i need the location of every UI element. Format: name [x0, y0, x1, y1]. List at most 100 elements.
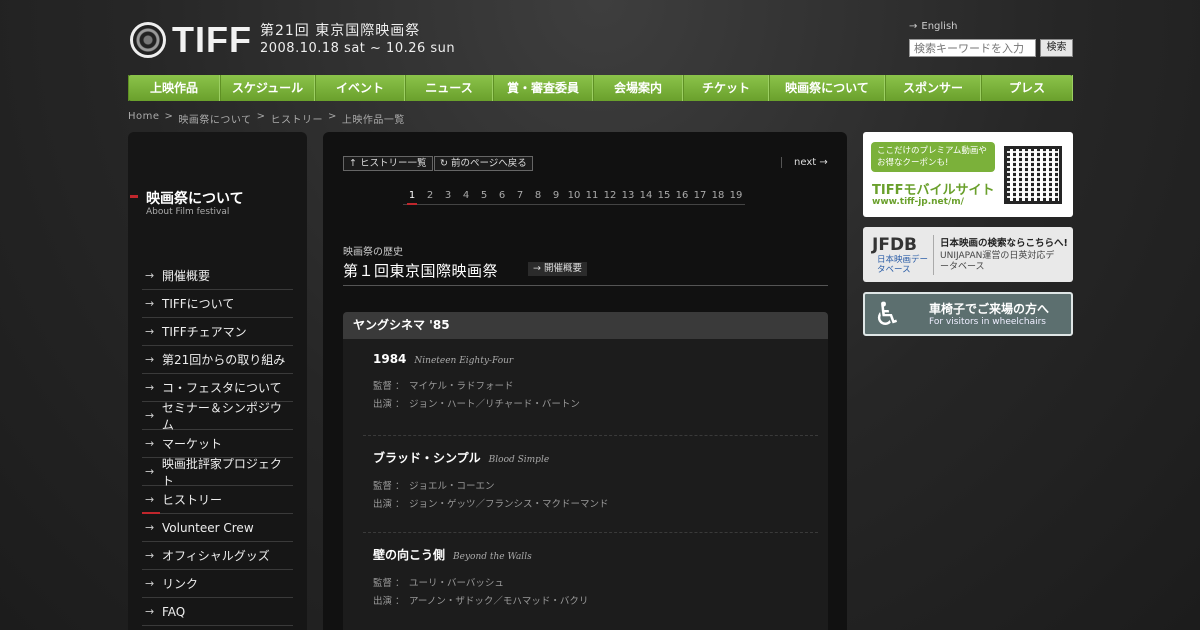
jfdb-line1: 日本映画の検索ならこちらへ! — [940, 238, 1068, 249]
sidebar-subtitle: About Film festival — [146, 207, 230, 217]
page-link[interactable]: 8 — [529, 190, 547, 201]
sidebar-title-marker — [130, 195, 138, 198]
page-link[interactable]: 4 — [457, 190, 475, 201]
sidebar-item[interactable]: → TIFFチェアマン — [142, 318, 293, 346]
director-label: 監督 ： — [373, 381, 405, 392]
page-link[interactable]: 9 — [547, 190, 565, 201]
arrow-right-icon: → — [145, 605, 155, 618]
cast-label: 出演 ： — [373, 399, 405, 410]
page-link[interactable]: 5 — [475, 190, 493, 201]
search-button[interactable]: 検索 — [1040, 39, 1073, 57]
breadcrumb-item[interactable]: 映画祭について — [178, 111, 251, 126]
sidebar-item-label: Volunteer Crew — [162, 520, 254, 535]
page-link[interactable]: 10 — [565, 190, 583, 201]
arrow-right-icon: → — [533, 263, 541, 274]
sidebar-item-label: ヒストリー — [162, 493, 223, 507]
page-link[interactable]: 17 — [691, 190, 709, 201]
arrow-right-icon: → — [145, 325, 155, 338]
section-title: ヤングシネマ '85 — [343, 312, 828, 339]
page-link[interactable]: 12 — [601, 190, 619, 201]
nav-item[interactable]: 賞・審査委員 — [493, 75, 593, 101]
overview-button[interactable]: → 開催概要 — [528, 262, 588, 276]
sidebar-item[interactable]: → 開催概要 — [142, 262, 293, 290]
nav-item[interactable]: 上映作品 — [128, 75, 220, 101]
breadcrumb-item[interactable]: Home — [128, 111, 160, 126]
film-cast: 出演 ： アーノン・ザドック／モハマッド・バクリ — [373, 593, 818, 607]
page-link[interactable]: 2 — [421, 190, 439, 201]
jfdb-subtitle: 日本映画データベース — [877, 255, 929, 275]
wheelchair-subtitle: For visitors in wheelchairs — [929, 317, 1046, 327]
sidebar-item[interactable]: → 映画批評家プロジェクト — [142, 457, 293, 488]
sidebar-item-label: マーケット — [162, 437, 223, 451]
cast-label: 出演 ： — [373, 596, 405, 607]
page-link[interactable]: 6 — [493, 190, 511, 201]
sidebar: 映画祭について About Film festival → 開催概要 → TIFFにつ… — [128, 132, 307, 630]
sidebar-item-label: リンク — [162, 577, 199, 591]
breadcrumb-item: 上映作品一覧 — [341, 115, 405, 126]
mobile-site-banner[interactable]: ここだけのプレミアム動画やお得なクーポンも! TIFFモバイルサイト www.t… — [863, 132, 1073, 217]
divider — [343, 285, 828, 286]
film-director: 監督 ： マイケル・ラドフォード — [373, 378, 818, 392]
history-label: 映画祭の歴史 — [343, 247, 403, 258]
nav-item[interactable]: プレス — [981, 75, 1073, 101]
film-title-ja: 1984 — [373, 352, 407, 366]
sidebar-item[interactable]: → Volunteer Crew — [142, 514, 293, 542]
prev-page-button[interactable]: ↻ 前のページへ戻る — [434, 156, 533, 171]
next-link[interactable]: next → — [781, 157, 828, 168]
nav-item[interactable]: イベント — [315, 75, 405, 101]
cast-names: ジョン・ハート／リチャード・バートン — [409, 399, 580, 410]
nav-item[interactable]: スケジュール — [220, 75, 315, 101]
page-link[interactable]: 7 — [511, 190, 529, 201]
nav-item[interactable]: 会場案内 — [593, 75, 683, 101]
page-link[interactable]: 13 — [619, 190, 637, 201]
page-link[interactable]: 15 — [655, 190, 673, 201]
arrow-up-icon: ↑ — [349, 158, 357, 169]
arrow-right-icon: → — [145, 465, 155, 478]
jfdb-banner[interactable]: JFDB 日本映画データベース 日本映画の検索ならこちらへ! UNIJAPAN運… — [863, 227, 1073, 282]
sidebar-item[interactable]: → 第21回からの取り組み — [142, 346, 293, 374]
sidebar-item[interactable]: → オフィシャルグッズ — [142, 542, 293, 570]
nav-item[interactable]: スポンサー — [885, 75, 981, 101]
sidebar-item-label: コ・フェスタについて — [162, 381, 282, 395]
site-logo[interactable]: TIFF 第21回 東京国際映画祭 2008.10.18 sat ~ 10.26… — [130, 22, 455, 58]
return-icon: ↻ — [440, 158, 448, 169]
nav-item[interactable]: 映画祭について — [769, 75, 885, 101]
director-name: ユーリ・バーバッシュ — [409, 578, 504, 589]
arrow-right-icon: → — [145, 269, 155, 282]
sidebar-item-label: TIFFについて — [162, 297, 235, 311]
history-list-button[interactable]: ↑ ヒストリー一覧 — [343, 156, 433, 171]
wheelchair-banner[interactable]: ♿ 車椅子でご来場の方へ For visitors in wheelchairs — [863, 292, 1073, 336]
page-link[interactable]: 18 — [709, 190, 727, 201]
film-title-en: Beyond the Walls — [453, 552, 532, 562]
sidebar-item[interactable]: → FAQ — [142, 598, 293, 626]
sidebar-item[interactable]: → リンク — [142, 570, 293, 598]
page-title: 第１回東京国際映画祭 — [343, 262, 499, 280]
page-link[interactable]: 11 — [583, 190, 601, 201]
sidebar-item[interactable]: → ヒストリー — [142, 486, 293, 514]
sidebar-item-label: オフィシャルグッズ — [162, 549, 270, 563]
sidebar-menu: → 開催概要 → TIFFについて → TIFFチェアマン → 第21回からの取り組み → コ・フ… — [142, 262, 293, 626]
film-title[interactable]: 壁の向こう側 Beyond the Walls — [373, 546, 818, 563]
festival-dates: 2008.10.18 sat ~ 10.26 sun — [259, 41, 456, 56]
film-divider — [363, 532, 818, 533]
english-link[interactable]: → English — [909, 21, 958, 32]
page-link[interactable]: 16 — [673, 190, 691, 201]
arrow-right-icon: → — [145, 353, 155, 366]
festival-info: 第21回 東京国際映画祭 2008.10.18 sat ~ 10.26 sun — [260, 22, 455, 58]
page-link[interactable]: 19 — [727, 190, 745, 201]
film-section: ヤングシネマ '85 1984 Nineteen Eighty-Four 監督 ： マ… — [343, 312, 828, 630]
nav-item[interactable]: ニュース — [405, 75, 493, 101]
page-link[interactable]: 14 — [637, 190, 655, 201]
sidebar-item[interactable]: → TIFFについて — [142, 290, 293, 318]
breadcrumb-item[interactable]: ヒストリー — [271, 111, 324, 126]
film-title[interactable]: ブラッド・シンプル Blood Simple — [373, 449, 818, 466]
page-link[interactable]: 3 — [439, 190, 457, 201]
arrow-right-icon: → — [145, 549, 155, 562]
mobile-banner-url: www.tiff-jp.net/m/ — [872, 197, 964, 207]
film-cast: 出演 ： ジョン・ゲッツ／フランシス・マクドーマンド — [373, 496, 818, 510]
sidebar-item-label: FAQ — [162, 604, 186, 619]
sidebar-item[interactable]: → セミナー＆シンポジウム — [142, 401, 293, 432]
search-input[interactable] — [909, 39, 1036, 57]
nav-item[interactable]: チケット — [683, 75, 769, 101]
film-title[interactable]: 1984 Nineteen Eighty-Four — [373, 352, 818, 366]
